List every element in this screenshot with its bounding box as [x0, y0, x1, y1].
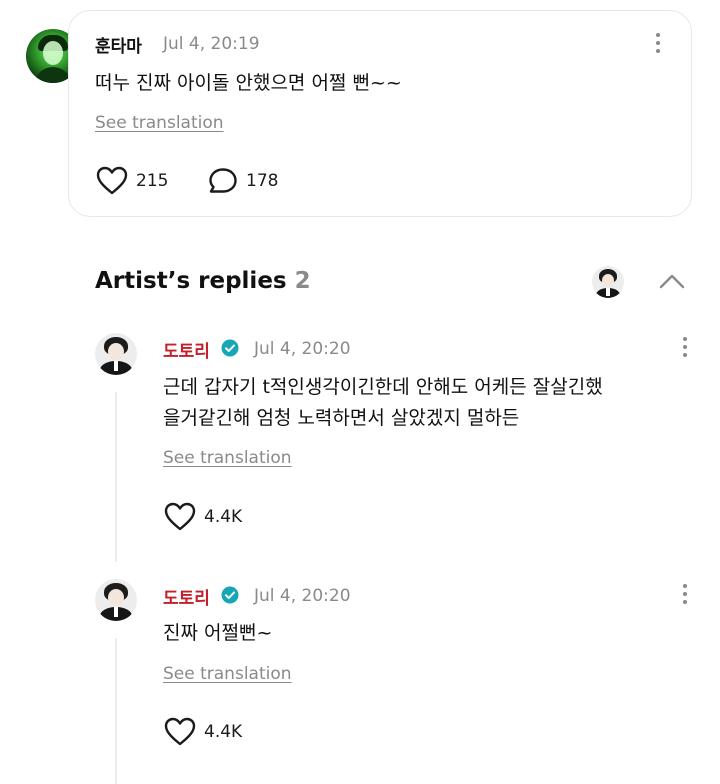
artist-replies-count: 2: [294, 268, 311, 294]
like-heart-icon[interactable]: [96, 166, 128, 196]
reply-2-avatar[interactable]: [95, 579, 137, 621]
reply-1-see-translation[interactable]: See translation: [163, 448, 292, 468]
verified-badge-icon: [221, 586, 239, 604]
reply-2-author[interactable]: 도토리: [163, 584, 210, 609]
comment-date: Jul 4, 20:19: [163, 34, 260, 54]
reply-2-more-icon[interactable]: [678, 582, 692, 606]
chevron-up-icon[interactable]: [658, 272, 686, 290]
artist-replies-label: Artist’s replies: [95, 268, 287, 294]
reply-2-like-heart-icon[interactable]: [164, 717, 196, 747]
reply-1-like-count: 4.4K: [204, 507, 243, 527]
reply-1-thread-line: [115, 392, 117, 562]
comment-reply-count: 178: [246, 171, 279, 191]
reply-2-like-count: 4.4K: [204, 722, 243, 742]
reply-1-text: 근데 갑자기 t적인생각이긴한데 안해도 어케든 잘살긴했 을거같긴해 엄청 노…: [163, 376, 603, 429]
reply-2-date: Jul 4, 20:20: [254, 586, 351, 606]
comment-author[interactable]: 훈타마: [95, 32, 142, 57]
reply-1-more-icon[interactable]: [678, 335, 692, 359]
artist-avatar-small[interactable]: [592, 266, 624, 298]
reply-1-like-heart-icon[interactable]: [164, 502, 196, 532]
comment-more-icon[interactable]: [651, 31, 665, 55]
reply-2-text: 진짜 어쩔뻔~: [163, 622, 273, 644]
reply-1-date: Jul 4, 20:20: [254, 339, 351, 359]
reply-2-see-translation[interactable]: See translation: [163, 664, 292, 684]
reply-bubble-icon[interactable]: [208, 167, 238, 195]
verified-badge-icon: [221, 339, 239, 357]
comment-see-translation[interactable]: See translation: [95, 113, 224, 133]
comment-text: 떠누 진짜 아이돌 안했으면 어쩔 뻔~~: [95, 72, 402, 94]
reply-2-thread-line: [115, 638, 117, 784]
reply-1-author[interactable]: 도토리: [163, 337, 210, 362]
artist-replies-title: Artist’s replies 2: [95, 268, 311, 294]
reply-1-avatar[interactable]: [95, 333, 137, 375]
comment-like-count: 215: [136, 171, 169, 191]
